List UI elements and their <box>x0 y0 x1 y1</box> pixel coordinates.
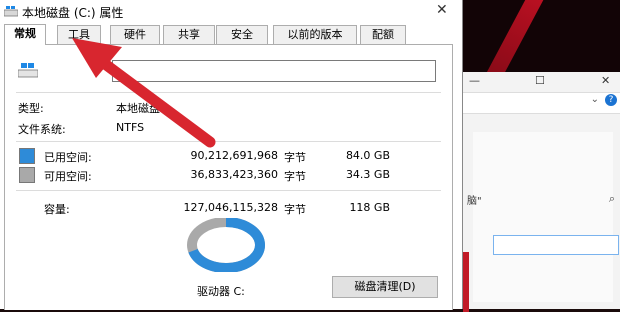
properties-dialog: 本地磁盘 (C:) 属性 ✕ 常规 工具 硬件 共享 安全 以前的版本 配额 类… <box>0 0 463 310</box>
used-space-bytes: 90,212,691,968 <box>190 149 278 162</box>
type-label: 类型: <box>18 102 44 115</box>
explorer-content-pane <box>473 132 613 302</box>
capacity-label: 容量: <box>44 203 70 216</box>
maximize-button[interactable]: ☐ <box>535 74 545 87</box>
search-icon[interactable]: ⌕ <box>609 192 615 206</box>
free-space-swatch <box>19 167 35 183</box>
separator <box>16 141 441 142</box>
help-icon[interactable]: ? <box>605 94 617 106</box>
tab-hardware[interactable]: 硬件 <box>110 25 160 44</box>
free-space-unit: 字节 <box>284 170 306 183</box>
tab-sharing[interactable]: 共享 <box>163 25 215 44</box>
desktop-wallpaper-accent-lower <box>463 252 469 312</box>
drive-icon <box>18 63 38 78</box>
dialog-title: 本地磁盘 (C:) 属性 <box>22 6 124 20</box>
drive-label: 驱动器 C: <box>197 285 245 298</box>
tab-general[interactable]: 常规 <box>4 24 46 45</box>
chevron-down-icon[interactable]: ⌄ <box>591 94 599 105</box>
separator <box>16 92 441 93</box>
free-space-bytes: 36,833,423,360 <box>190 168 278 181</box>
used-space-swatch <box>19 148 35 164</box>
capacity-size: 118 GB <box>349 201 390 214</box>
explorer-text-fragment: 脑" <box>467 196 482 207</box>
drive-title-icon <box>4 6 18 17</box>
filesystem-label: 文件系统: <box>18 123 66 136</box>
disk-cleanup-button[interactable]: 磁盘清理(D) <box>332 276 438 298</box>
capacity-unit: 字节 <box>284 203 306 216</box>
filesystem-value: NTFS <box>116 121 145 134</box>
minimize-button[interactable]: — <box>469 74 480 87</box>
tab-security[interactable]: 安全 <box>216 25 268 44</box>
free-space-label: 可用空间: <box>44 170 92 183</box>
separator <box>16 190 441 191</box>
close-icon[interactable]: ✕ <box>436 2 448 18</box>
capacity-bytes: 127,046,115,328 <box>183 201 278 214</box>
close-button[interactable]: ✕ <box>601 74 610 87</box>
tab-quota[interactable]: 配额 <box>360 25 406 44</box>
title-bar: 本地磁盘 (C:) 属性 ✕ <box>0 0 462 24</box>
tab-previous-versions[interactable]: 以前的版本 <box>273 25 357 44</box>
used-space-size: 84.0 GB <box>345 149 390 162</box>
disk-usage-donut <box>187 218 265 272</box>
free-space-size: 34.3 GB <box>345 168 390 181</box>
background-explorer-window: — ☐ ✕ ⌄ ? 脑" ⌕ <box>462 72 620 312</box>
used-space-unit: 字节 <box>284 151 306 164</box>
explorer-selection-box <box>493 235 619 255</box>
used-space-label: 已用空间: <box>44 151 92 164</box>
volume-name-input[interactable] <box>112 60 436 82</box>
tab-tools[interactable]: 工具 <box>57 25 101 44</box>
type-value: 本地磁盘 <box>116 102 160 115</box>
desktop-background <box>460 0 620 72</box>
